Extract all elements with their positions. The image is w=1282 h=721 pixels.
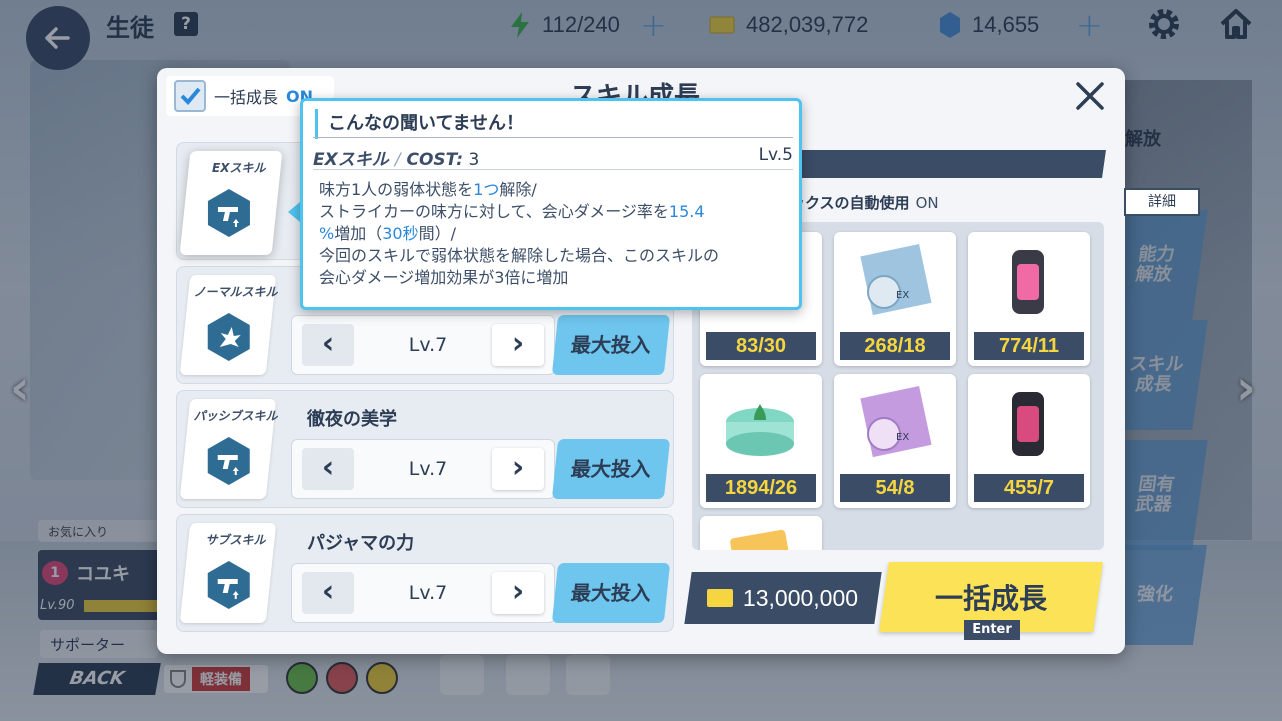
tooltip-divider: [313, 169, 793, 170]
pistol-skill-icon: [207, 561, 250, 609]
level-value: Lv.7: [408, 334, 448, 356]
skill-name: 徹夜の美学: [307, 409, 397, 430]
level-increase-button[interactable]: ›: [492, 324, 544, 366]
tooltip-meta: EXスキル / COST: 3 Lv.5: [313, 145, 793, 170]
material-item[interactable]: 1894/26: [700, 374, 822, 508]
desc-highlight: %: [319, 224, 335, 243]
pistol-skill-icon: [207, 189, 250, 237]
material-count: 1894/26: [706, 474, 816, 502]
desc-text: ストライカーの味方に対して、会心ダメージ率を: [319, 202, 669, 221]
material-count: 455/7: [974, 474, 1084, 502]
level-control: ‹ Lv.7 ›: [291, 439, 555, 499]
skill-row-sub: サブスキル パジャマの力 ‹ Lv.7 › 最大投入: [176, 514, 674, 632]
skill-type-label: サブスキル: [205, 533, 266, 547]
material-count: 83/30: [706, 332, 816, 360]
material-item[interactable]: EX 54/8: [834, 374, 956, 508]
auto-use-state: ON: [915, 194, 939, 212]
ex-disc-icon: EX: [860, 244, 932, 316]
skill-name: パジャマの力: [307, 533, 415, 554]
desc-highlight: 15.4: [668, 202, 705, 221]
material-item[interactable]: 455/7: [968, 374, 1090, 508]
cost-display: 13,000,000: [684, 572, 882, 624]
tooltip-divider: [313, 137, 793, 138]
material-header-ribbon: [768, 150, 1106, 178]
material-item[interactable]: [700, 516, 822, 550]
skill-type-label: EXスキル: [211, 161, 266, 175]
desc-text: 増加（: [334, 224, 383, 243]
desc-text: 味方1人の弱体状態を: [319, 180, 474, 199]
desc-text: 今回のスキルで弱体状態を解除した場合、このスキルの: [319, 246, 720, 265]
pistol-skill-icon: [207, 437, 250, 485]
skill-row-passive: パッシブスキル 徹夜の美学 ‹ Lv.7 › 最大投入: [176, 390, 674, 508]
svg-text:EX: EX: [896, 290, 909, 301]
max-invest-button[interactable]: 最大投入: [551, 315, 671, 375]
close-icon[interactable]: [1072, 78, 1108, 114]
lantern-icon: [1012, 392, 1044, 456]
check-icon: [180, 87, 201, 105]
level-increase-button[interactable]: ›: [492, 448, 544, 490]
lantern-icon: [1012, 250, 1044, 314]
ex-skill-card[interactable]: EXスキル: [179, 151, 283, 255]
enter-key-hint: Enter: [964, 620, 1020, 640]
tooltip-separator: /: [394, 150, 401, 170]
cost-value: 13,000,000: [743, 584, 859, 611]
level-increase-button[interactable]: ›: [492, 572, 544, 614]
auto-use-setting[interactable]: ックスの自動使用 ON: [790, 192, 939, 213]
ex-disc-icon: EX: [860, 386, 932, 458]
bulk-toggle-label: 一括成長: [214, 88, 279, 107]
material-count: 774/11: [974, 332, 1084, 360]
material-count: 54/8: [840, 474, 950, 502]
skill-tooltip: こんなの聞いてません！ EXスキル / COST: 3 Lv.5 味方1人の弱体状態…: [300, 98, 802, 310]
desc-text: 会心ダメージ増加効果が3倍に増加: [319, 268, 569, 287]
desc-highlight: 1つ: [473, 180, 500, 199]
max-invest-button[interactable]: 最大投入: [551, 563, 671, 623]
bulk-growth-label: 一括成長: [934, 582, 1047, 615]
tooltip-cost-label: COST:: [406, 150, 464, 170]
passive-skill-card[interactable]: パッシブスキル: [179, 399, 278, 499]
tooltip-title: こんなの聞いてません！: [315, 109, 793, 139]
report-icon: [730, 529, 794, 550]
svg-text:EX: EX: [896, 432, 909, 443]
level-value: Lv.7: [408, 582, 448, 604]
burst-skill-icon: [207, 313, 250, 361]
max-invest-button[interactable]: 最大投入: [551, 439, 671, 499]
tooltip-level: Lv.5: [758, 145, 793, 165]
material-count: 268/18: [840, 332, 950, 360]
credit-icon: [707, 589, 734, 607]
sub-skill-card[interactable]: サブスキル: [179, 523, 277, 623]
level-control: ‹ Lv.7 ›: [291, 563, 555, 623]
tooltip-description: 味方1人の弱体状態を1つ解除/ ストライカーの味方に対して、会心ダメージ率を15…: [319, 179, 793, 289]
level-decrease-button[interactable]: ‹: [302, 448, 354, 490]
desc-text: 間）/: [418, 224, 456, 243]
level-control: ‹ Lv.7 ›: [291, 315, 555, 375]
normal-skill-card[interactable]: ノーマルスキル: [179, 275, 278, 375]
tooltip-skill-kind: EXスキル: [313, 150, 389, 170]
jar-icon: [726, 404, 794, 456]
material-item[interactable]: EX 268/18: [834, 232, 956, 366]
skill-type-label: ノーマルスキル: [193, 285, 278, 299]
desc-highlight: 30秒: [382, 224, 419, 243]
auto-use-label: ックスの自動使用: [790, 194, 910, 212]
tooltip-cost-value: 3: [468, 150, 480, 170]
skill-type-label: パッシブスキル: [193, 409, 278, 423]
level-decrease-button[interactable]: ‹: [302, 572, 354, 614]
desc-text: 解除/: [499, 180, 537, 199]
detail-button[interactable]: 詳細: [1124, 188, 1200, 216]
tooltip-pointer: [288, 202, 300, 222]
checkbox-icon[interactable]: [174, 80, 206, 112]
material-item[interactable]: 774/11: [968, 232, 1090, 366]
level-decrease-button[interactable]: ‹: [302, 324, 354, 366]
level-value: Lv.7: [408, 458, 448, 480]
